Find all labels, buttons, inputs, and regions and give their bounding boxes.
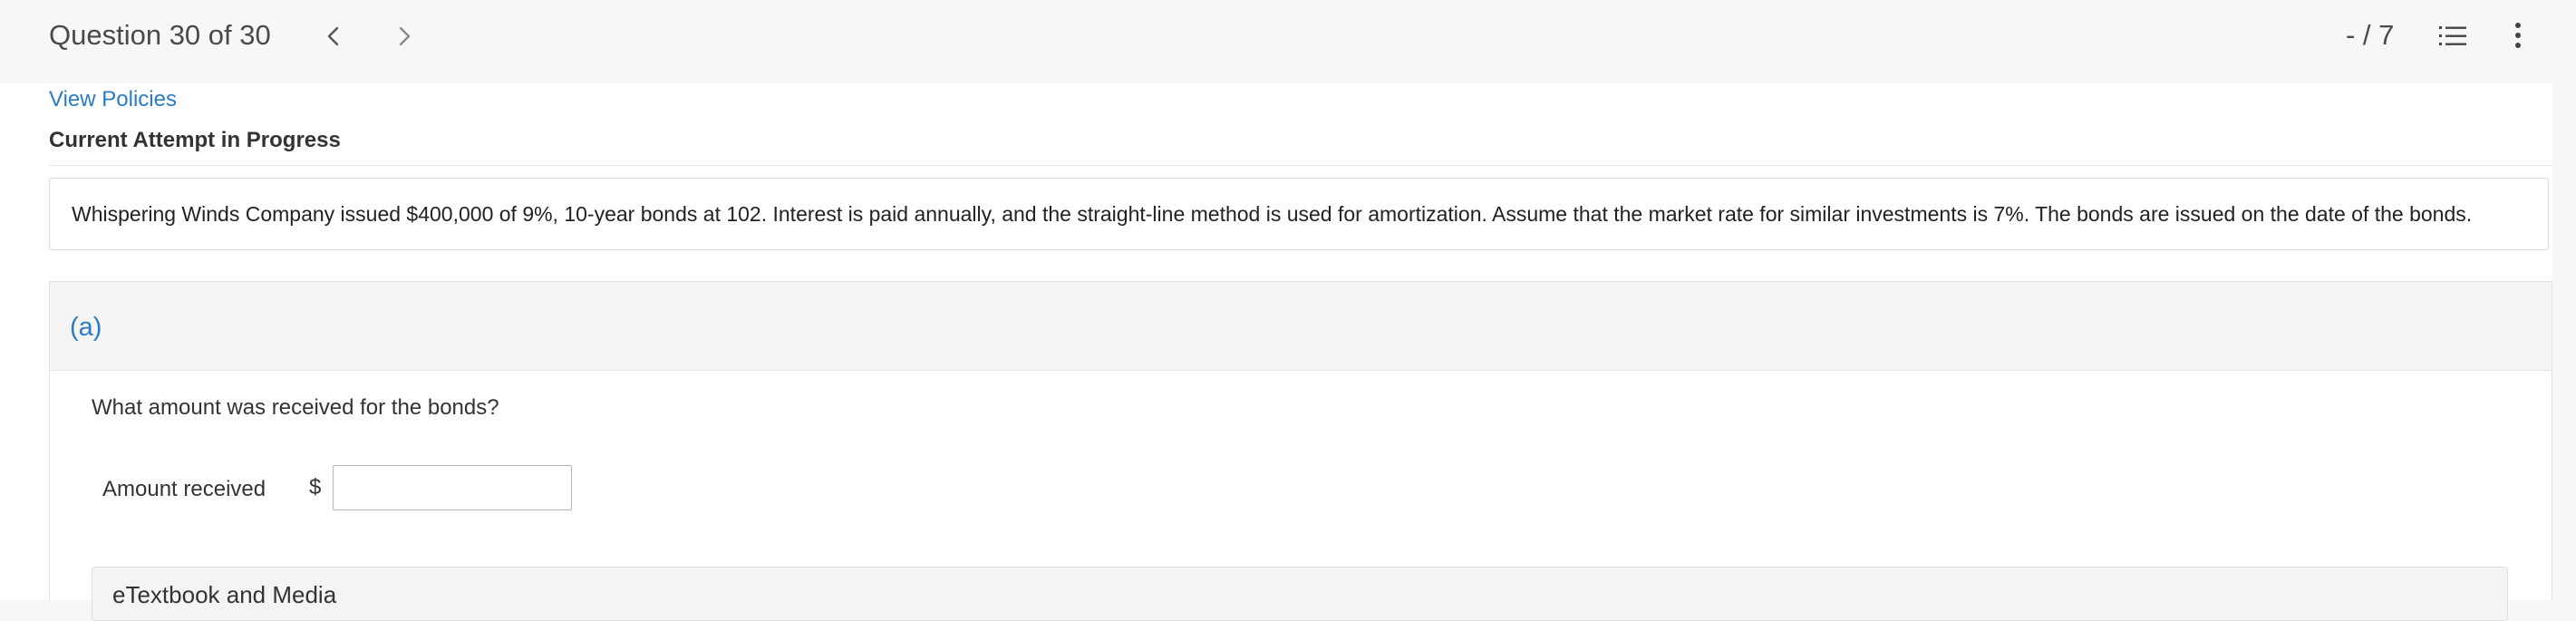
top-bar: Question 30 of 30 - / 7 — [0, 0, 2576, 83]
divider — [49, 165, 2552, 166]
etextbook-media-button[interactable]: eTextbook and Media — [92, 567, 2508, 621]
chevron-left-icon — [327, 26, 339, 46]
question-list-button[interactable] — [2435, 18, 2471, 54]
next-question-button[interactable] — [386, 18, 422, 54]
etextbook-media-label: eTextbook and Media — [112, 581, 337, 608]
view-policies-link[interactable]: View Policies — [49, 84, 177, 115]
amount-received-input[interactable] — [333, 465, 572, 510]
part-a-prompt: What amount was received for the bonds? — [92, 395, 499, 420]
part-a-section: (a) What amount was received for the bon… — [49, 281, 2552, 621]
question-counter: Question 30 of 30 — [49, 19, 271, 51]
more-options-button[interactable] — [2500, 16, 2536, 54]
part-a-header: (a) — [50, 282, 2552, 371]
previous-question-button[interactable] — [315, 18, 352, 54]
more-vertical-icon — [2515, 23, 2521, 48]
attempt-status: Current Attempt in Progress — [49, 128, 341, 152]
question-box: Whispering Winds Company issued $400,000… — [49, 178, 2549, 250]
currency-symbol: $ — [309, 475, 322, 500]
part-a-label: (a) — [70, 313, 102, 342]
amount-received-label: Amount received — [102, 477, 266, 501]
question-text: Whispering Winds Company issued $400,000… — [72, 202, 2473, 226]
score-display: - / 7 — [2346, 19, 2395, 51]
chevron-right-icon — [399, 26, 411, 46]
numbered-list-icon — [2439, 26, 2466, 45]
